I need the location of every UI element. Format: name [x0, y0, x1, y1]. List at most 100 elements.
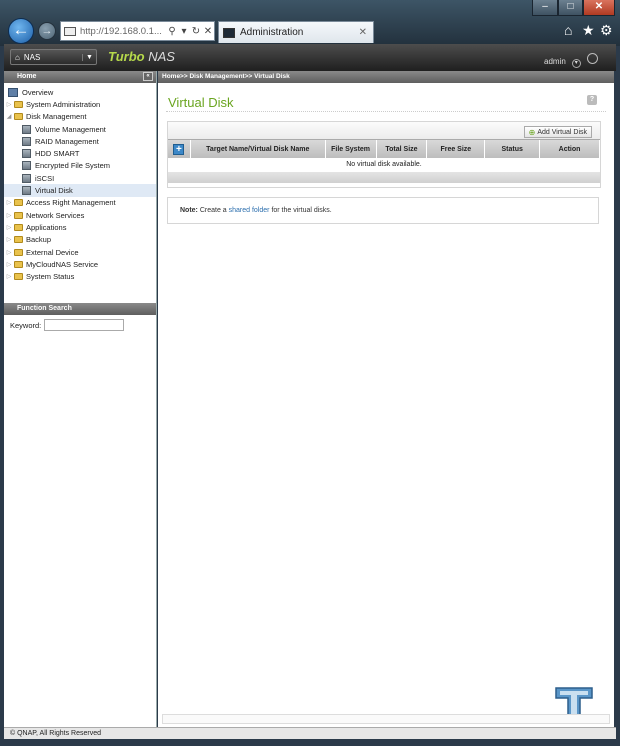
folder-open-icon	[14, 113, 23, 121]
footer: © QNAP, All Rights Reserved	[4, 727, 616, 739]
favorites-icon[interactable]: ★	[582, 22, 595, 39]
keyword-input[interactable]	[44, 319, 125, 331]
horizontal-scrollbar[interactable]	[162, 714, 610, 724]
close-window-button[interactable]: ✕	[583, 0, 615, 16]
expand-icon[interactable]: ▷	[6, 224, 12, 231]
column-header[interactable]: File System	[326, 140, 377, 158]
column-header[interactable]: Total Size	[377, 140, 428, 158]
function-search-header: Function Search	[4, 303, 156, 315]
note-text: Create a	[197, 207, 229, 214]
address-bar[interactable]: http://192.168.0.1... ⚲ ▾ ↻ ✕	[60, 21, 215, 41]
folder-icon	[14, 260, 23, 268]
globe-icon[interactable]	[586, 53, 598, 64]
column-header[interactable]: Status	[485, 140, 541, 158]
expand-icon[interactable]: ▷	[6, 249, 12, 256]
url-text[interactable]: http://192.168.0.1...	[80, 26, 166, 37]
add-icon: ⊕	[528, 127, 536, 137]
encryption-icon	[22, 161, 31, 171]
folder-icon	[14, 248, 23, 256]
column-header[interactable]: Free Size	[427, 140, 486, 158]
stop-icon[interactable]: ✕	[202, 26, 214, 37]
expand-icon[interactable]: ▷	[6, 101, 12, 108]
sidebar-header-label: Home	[17, 73, 37, 80]
nas-label: NAS	[23, 52, 41, 62]
expand-icon[interactable]: ▷	[6, 261, 12, 268]
panel-toolbar: ⊕ Add Virtual Disk	[168, 122, 600, 139]
collapse-icon[interactable]: «	[143, 72, 153, 81]
title-divider	[166, 111, 606, 112]
help-icon[interactable]: ?	[587, 95, 597, 105]
sidebar-header: Home «	[4, 71, 156, 83]
dropdown-icon[interactable]: ▾	[178, 26, 190, 37]
browser-chrome: – □ ✕ ← → http://192.168.0.1... ⚲ ▾ ↻ ✕ …	[0, 0, 620, 46]
column-header[interactable]: Target Name/Virtual Disk Name	[191, 140, 326, 158]
add-row-column: +	[168, 140, 191, 158]
user-name: admin	[544, 57, 566, 66]
user-dropdown-icon[interactable]: ▾	[571, 59, 581, 68]
virtual-disk-icon	[22, 186, 31, 196]
sidebar-item-encrypted-file-system[interactable]: Encrypted File System	[4, 160, 156, 172]
back-icon[interactable]: ←	[8, 18, 34, 44]
sidebar-item-access-right-management[interactable]: ▷ Access Right Management	[4, 197, 156, 209]
raid-icon	[22, 136, 31, 146]
sidebar-item-virtual-disk[interactable]: Virtual Disk	[4, 184, 156, 197]
shared-folder-link[interactable]: shared folder	[229, 207, 270, 214]
refresh-icon[interactable]: ↻	[190, 26, 202, 37]
expand-icon[interactable]: ▷	[6, 236, 12, 243]
folder-icon	[14, 199, 23, 207]
nas-menu-button[interactable]: ⌂ NAS ▼	[10, 49, 97, 65]
folder-icon	[14, 273, 23, 281]
folder-icon	[14, 100, 23, 108]
sidebar-item-hdd-smart[interactable]: HDD SMART	[4, 147, 156, 159]
home-icon: ⌂	[15, 52, 20, 62]
tab-favicon	[223, 27, 235, 38]
home-icon[interactable]: ⌂	[564, 22, 572, 38]
sidebar-item-network-services[interactable]: ▷ Network Services	[4, 209, 156, 221]
sidebar-item-backup[interactable]: ▷ Backup	[4, 234, 156, 246]
folder-icon	[14, 211, 23, 219]
forward-icon[interactable]: →	[38, 22, 56, 40]
sidebar-item-mycloudnas-service[interactable]: ▷ MyCloudNAS Service	[4, 258, 156, 270]
user-menu[interactable]: admin ▾	[544, 53, 598, 68]
page-icon	[64, 26, 76, 36]
hdd-icon	[22, 149, 31, 159]
keyword-label: Keyword:	[10, 320, 42, 330]
browser-tab[interactable]: Administration ✕	[218, 21, 374, 43]
folder-icon	[14, 223, 23, 231]
plus-icon[interactable]: +	[173, 143, 185, 155]
settings-icon[interactable]: ⚙	[600, 22, 613, 39]
volume-icon	[22, 124, 31, 134]
expand-icon[interactable]: ▷	[6, 273, 12, 280]
overview-icon	[8, 87, 18, 97]
add-virtual-disk-button[interactable]: ⊕ Add Virtual Disk	[523, 126, 592, 138]
minimize-button[interactable]: –	[532, 0, 558, 16]
sidebar-item-disk-management[interactable]: ◢ Disk Management	[4, 111, 156, 123]
main-content: Home>> Disk Management>> Virtual Disk Vi…	[158, 71, 614, 728]
panel-footer	[168, 172, 600, 183]
sidebar-item-external-device[interactable]: ▷ External Device	[4, 246, 156, 258]
sidebar-item-system-administration[interactable]: ▷ System Administration	[4, 98, 156, 110]
folder-icon	[14, 236, 23, 244]
sidebar-item-raid-management[interactable]: RAID Management	[4, 135, 156, 147]
sidebar-item-overview[interactable]: Overview	[4, 86, 156, 98]
sidebar-item-system-status[interactable]: ▷ System Status	[4, 270, 156, 282]
brand-logo: Turbo NAS	[108, 49, 175, 64]
note-label: Note:	[180, 207, 198, 214]
breadcrumb: Home>> Disk Management>> Virtual Disk	[158, 71, 614, 83]
expand-icon[interactable]: ▷	[6, 212, 12, 219]
sidebar-item-volume-management[interactable]: Volume Management	[4, 123, 156, 135]
table-header: + Target Name/Virtual Disk Name File Sys…	[168, 139, 600, 158]
chevron-down-icon: ▼	[82, 53, 96, 61]
expand-icon[interactable]: ▷	[6, 199, 12, 206]
sidebar-item-applications[interactable]: ▷ Applications	[4, 221, 156, 233]
page-title: Virtual Disk	[168, 95, 234, 110]
note-box: Note: Create a shared folder for the vir…	[167, 197, 599, 224]
maximize-button[interactable]: □	[558, 0, 583, 16]
collapse-tree-icon[interactable]: ◢	[6, 113, 12, 120]
iscsi-icon	[22, 173, 31, 183]
tab-title: Administration	[240, 27, 304, 38]
search-icon[interactable]: ⚲	[166, 26, 178, 37]
tab-close-icon[interactable]: ✕	[359, 27, 367, 38]
column-header[interactable]: Action	[540, 140, 600, 158]
sidebar-item-iscsi[interactable]: iSCSI	[4, 172, 156, 184]
